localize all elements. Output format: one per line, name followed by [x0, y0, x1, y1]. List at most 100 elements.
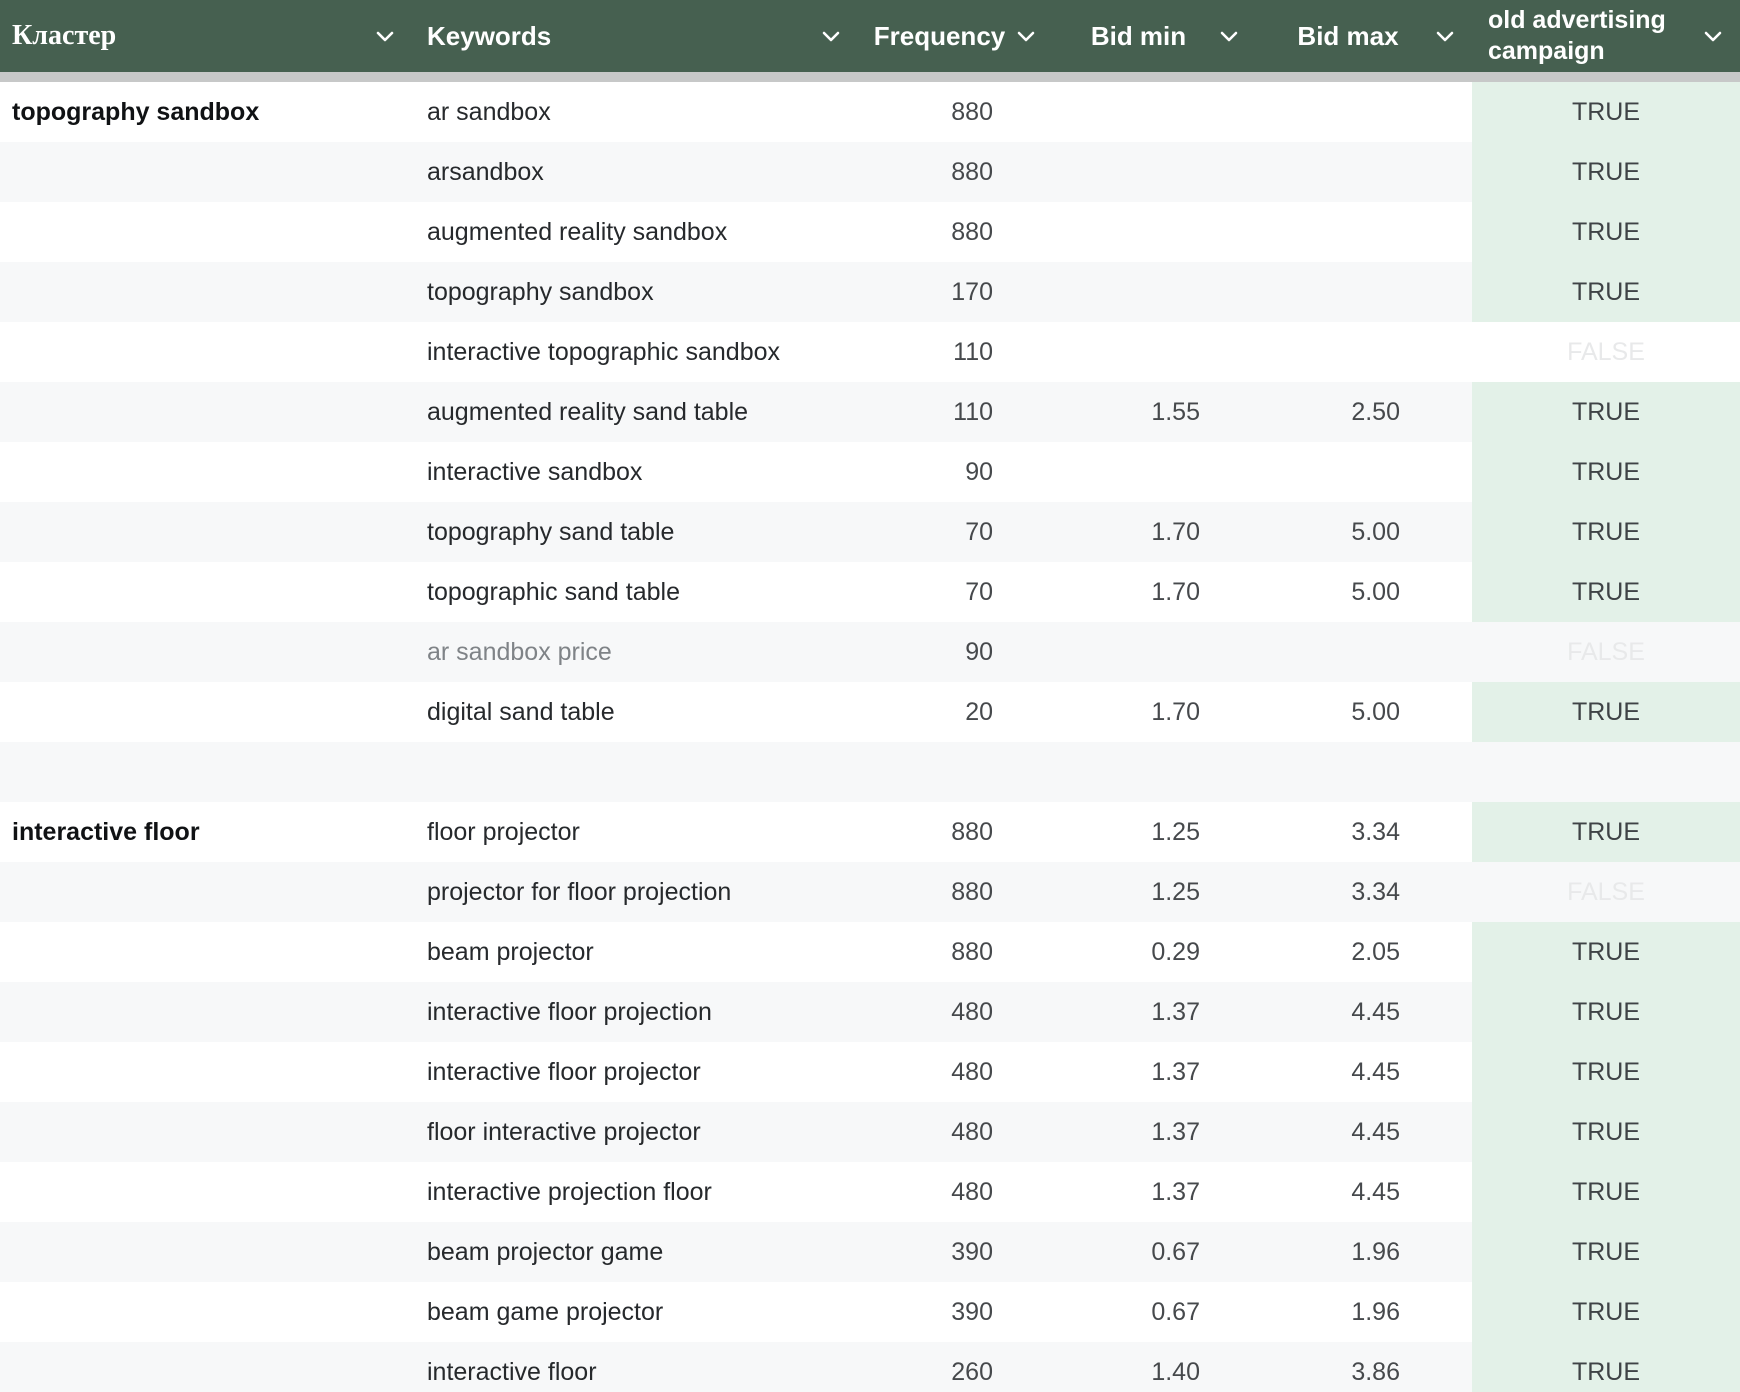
bid-min-cell[interactable] [1053, 442, 1256, 502]
frequency-cell[interactable]: 880 [858, 922, 1053, 982]
cluster-cell[interactable] [0, 682, 412, 742]
bid-min-cell[interactable] [1053, 202, 1256, 262]
frequency-cell[interactable]: 880 [858, 142, 1053, 202]
keyword-cell[interactable]: topography sand table [412, 502, 858, 562]
keyword-cell[interactable]: interactive floor [412, 1342, 858, 1392]
bid-min-cell[interactable]: 1.37 [1053, 1102, 1256, 1162]
cluster-cell[interactable] [0, 382, 412, 442]
cluster-cell[interactable] [0, 502, 412, 562]
bid-min-cell[interactable]: 1.25 [1053, 802, 1256, 862]
chevron-down-icon[interactable] [1218, 25, 1240, 47]
bid-max-cell[interactable] [1256, 442, 1472, 502]
cluster-cell[interactable] [0, 1042, 412, 1102]
cluster-cell[interactable]: topography sandbox [0, 82, 412, 142]
campaign-cell[interactable]: TRUE [1472, 1222, 1740, 1282]
cluster-cell[interactable] [0, 622, 412, 682]
keyword-cell[interactable]: arsandbox [412, 142, 858, 202]
campaign-cell[interactable]: TRUE [1472, 382, 1740, 442]
frequency-cell[interactable]: 480 [858, 1162, 1053, 1222]
campaign-cell[interactable]: TRUE [1472, 562, 1740, 622]
keyword-cell[interactable]: topographic sand table [412, 562, 858, 622]
campaign-cell[interactable]: FALSE [1472, 862, 1740, 922]
keyword-cell[interactable]: beam projector [412, 922, 858, 982]
keyword-cell[interactable]: augmented reality sand table [412, 382, 858, 442]
keyword-cell[interactable]: ar sandbox [412, 82, 858, 142]
campaign-cell[interactable]: TRUE [1472, 682, 1740, 742]
bid-max-cell[interactable]: 1.96 [1256, 1282, 1472, 1342]
campaign-cell[interactable]: TRUE [1472, 82, 1740, 142]
keyword-cell[interactable] [412, 742, 858, 802]
keyword-cell[interactable]: interactive floor projection [412, 982, 858, 1042]
frequency-cell[interactable]: 480 [858, 982, 1053, 1042]
cluster-cell[interactable] [0, 442, 412, 502]
keyword-cell[interactable]: interactive sandbox [412, 442, 858, 502]
bid-max-cell[interactable]: 4.45 [1256, 1102, 1472, 1162]
bid-min-cell[interactable]: 1.70 [1053, 682, 1256, 742]
bid-min-cell[interactable]: 1.70 [1053, 502, 1256, 562]
bid-max-cell[interactable]: 3.34 [1256, 802, 1472, 862]
frequency-cell[interactable]: 170 [858, 262, 1053, 322]
cluster-cell[interactable] [0, 1222, 412, 1282]
frequency-cell[interactable]: 390 [858, 1222, 1053, 1282]
frequency-cell[interactable]: 20 [858, 682, 1053, 742]
bid-max-cell[interactable]: 1.96 [1256, 1222, 1472, 1282]
bid-min-cell[interactable] [1053, 742, 1256, 802]
bid-max-cell[interactable] [1256, 82, 1472, 142]
frequency-cell[interactable]: 480 [858, 1042, 1053, 1102]
campaign-cell[interactable]: TRUE [1472, 442, 1740, 502]
frequency-cell[interactable]: 390 [858, 1282, 1053, 1342]
campaign-cell[interactable]: TRUE [1472, 1102, 1740, 1162]
cluster-cell[interactable] [0, 202, 412, 262]
cluster-cell[interactable] [0, 1102, 412, 1162]
bid-max-cell[interactable]: 4.45 [1256, 1162, 1472, 1222]
bid-min-cell[interactable]: 1.37 [1053, 1042, 1256, 1102]
column-header-frequency[interactable]: Frequency [858, 0, 1053, 72]
frequency-cell[interactable]: 260 [858, 1342, 1053, 1392]
campaign-cell[interactable]: TRUE [1472, 922, 1740, 982]
frequency-cell[interactable]: 880 [858, 202, 1053, 262]
keyword-cell[interactable]: floor interactive projector [412, 1102, 858, 1162]
campaign-cell[interactable]: TRUE [1472, 1282, 1740, 1342]
keyword-cell[interactable]: interactive projection floor [412, 1162, 858, 1222]
frequency-cell[interactable]: 110 [858, 322, 1053, 382]
keyword-cell[interactable]: floor projector [412, 802, 858, 862]
bid-max-cell[interactable]: 4.45 [1256, 1042, 1472, 1102]
bid-max-cell[interactable] [1256, 142, 1472, 202]
bid-max-cell[interactable]: 3.34 [1256, 862, 1472, 922]
cluster-cell[interactable] [0, 562, 412, 622]
column-header-bid-max[interactable]: Bid max [1256, 0, 1472, 72]
cluster-cell[interactable] [0, 322, 412, 382]
campaign-cell[interactable]: TRUE [1472, 502, 1740, 562]
campaign-cell[interactable]: TRUE [1472, 802, 1740, 862]
keyword-cell[interactable]: beam projector game [412, 1222, 858, 1282]
frequency-cell[interactable]: 70 [858, 502, 1053, 562]
cluster-cell[interactable] [0, 1282, 412, 1342]
cluster-cell[interactable] [0, 862, 412, 922]
column-header-keywords[interactable]: Keywords [412, 0, 858, 72]
cluster-cell[interactable] [0, 982, 412, 1042]
campaign-cell[interactable]: TRUE [1472, 142, 1740, 202]
bid-min-cell[interactable]: 1.40 [1053, 1342, 1256, 1392]
chevron-down-icon[interactable] [1015, 25, 1037, 47]
bid-max-cell[interactable]: 5.00 [1256, 562, 1472, 622]
keyword-cell[interactable]: digital sand table [412, 682, 858, 742]
bid-max-cell[interactable] [1256, 202, 1472, 262]
bid-max-cell[interactable]: 5.00 [1256, 502, 1472, 562]
bid-min-cell[interactable]: 1.55 [1053, 382, 1256, 442]
campaign-cell[interactable]: TRUE [1472, 202, 1740, 262]
keyword-cell[interactable]: interactive topographic sandbox [412, 322, 858, 382]
bid-max-cell[interactable] [1256, 262, 1472, 322]
bid-min-cell[interactable]: 0.67 [1053, 1282, 1256, 1342]
bid-min-cell[interactable] [1053, 262, 1256, 322]
keyword-cell[interactable]: interactive floor projector [412, 1042, 858, 1102]
campaign-cell[interactable]: TRUE [1472, 982, 1740, 1042]
bid-min-cell[interactable] [1053, 82, 1256, 142]
frequency-cell[interactable]: 70 [858, 562, 1053, 622]
frequency-cell[interactable]: 880 [858, 862, 1053, 922]
cluster-cell[interactable] [0, 142, 412, 202]
bid-min-cell[interactable] [1053, 142, 1256, 202]
campaign-cell[interactable]: TRUE [1472, 1042, 1740, 1102]
cluster-cell[interactable] [0, 1162, 412, 1222]
cluster-cell[interactable]: interactive floor [0, 802, 412, 862]
campaign-cell[interactable]: TRUE [1472, 1162, 1740, 1222]
